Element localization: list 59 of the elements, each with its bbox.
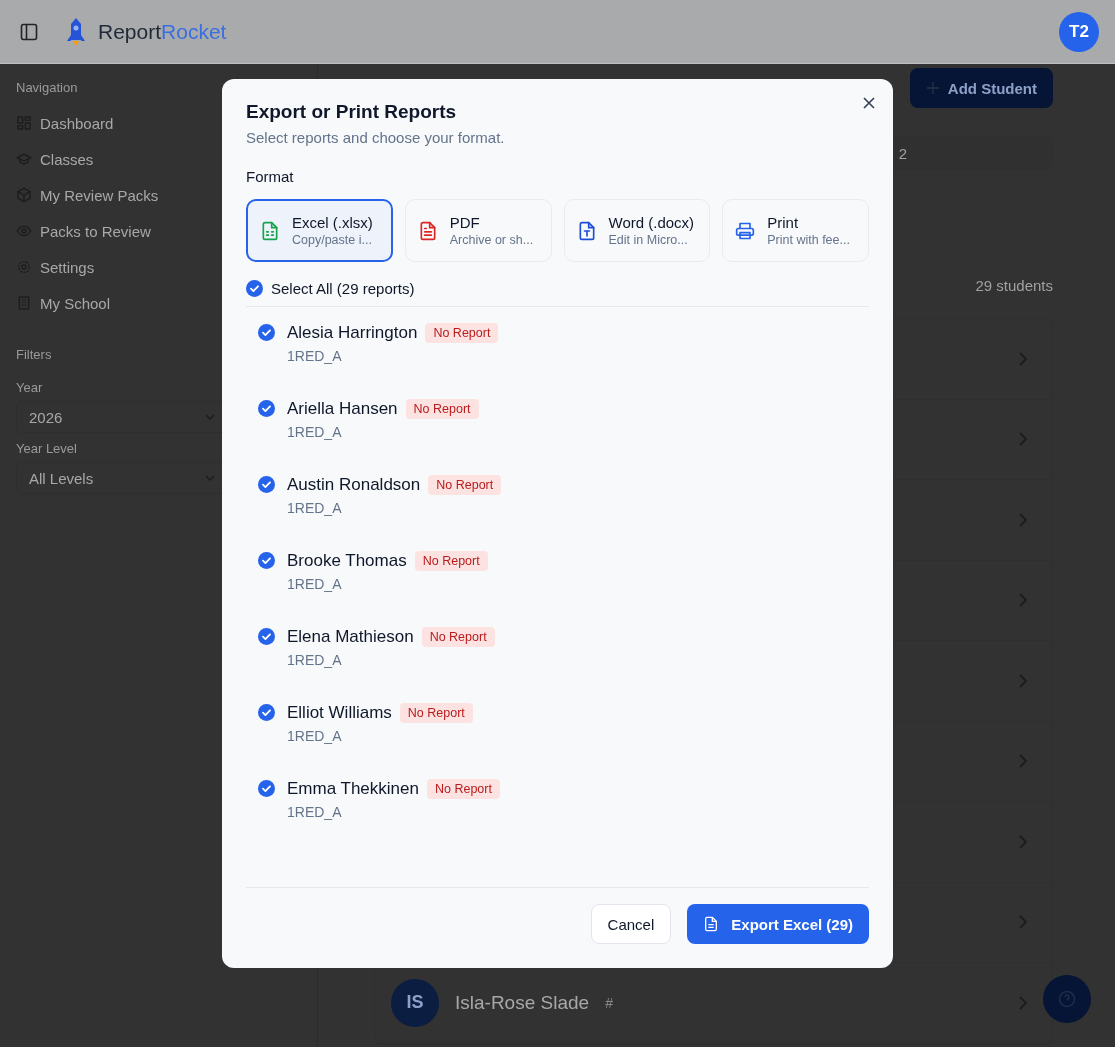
class-label: 1RED_A xyxy=(287,348,343,364)
checked-checkbox[interactable] xyxy=(258,476,275,493)
export-button[interactable]: Export Excel (29) xyxy=(687,904,869,944)
initials-avatar: IS xyxy=(391,978,439,1027)
sidebar-toggle-icon[interactable] xyxy=(20,22,38,41)
section-title: Navigation xyxy=(16,80,79,95)
hash-mark: # xyxy=(605,994,613,1011)
class-label: 1RED_A xyxy=(287,728,343,744)
student-name: Elliot Williams xyxy=(287,703,392,723)
student-name: Alesia Harrington xyxy=(287,323,418,343)
format-option[interactable]: Word (.docx) Edit in Micro... xyxy=(563,199,711,262)
class-label: 1RED_A xyxy=(287,804,343,820)
dialog-title: Export or Print Reports xyxy=(246,101,458,123)
format-option[interactable]: Print Print with fee... xyxy=(722,199,869,262)
student-count: 29 students xyxy=(975,277,1053,294)
printer-icon xyxy=(735,220,756,241)
select-all-label: Select All (29 reports) xyxy=(271,279,415,297)
user-avatar[interactable]: T2 xyxy=(1059,11,1099,52)
format-option[interactable]: PDF Archive or sh... xyxy=(404,199,552,262)
class-label: 1RED_A xyxy=(287,500,343,516)
help-icon xyxy=(1058,990,1076,1008)
dialog-subtitle: Select reports and choose your format. xyxy=(246,129,506,146)
document-icon xyxy=(703,916,720,932)
class-label: 1RED_A xyxy=(287,576,343,592)
class-label: 1RED_A xyxy=(287,424,343,440)
checked-checkbox[interactable] xyxy=(258,400,275,417)
tab-label[interactable]: 2 xyxy=(898,144,907,162)
student-name: Isla-Rose Slade xyxy=(455,991,590,1014)
status-badge: No Report xyxy=(399,703,473,723)
rocket-logo-icon xyxy=(66,16,86,47)
spreadsheet-file-icon xyxy=(260,220,280,241)
student-name: Emma Thekkinen xyxy=(287,779,419,799)
checked-checkbox[interactable] xyxy=(258,552,275,569)
student-name: Brooke Thomas xyxy=(287,551,407,571)
checked-checkbox[interactable] xyxy=(258,324,275,341)
status-badge: No Report xyxy=(414,551,488,571)
add-student-button[interactable]: Add Student xyxy=(909,68,1053,108)
format-option[interactable]: Excel (.xlsx) Copy/paste i... xyxy=(246,199,393,262)
close-icon xyxy=(861,95,877,111)
filter-label: Year xyxy=(16,380,44,395)
close-button[interactable] xyxy=(861,95,877,111)
status-badge: No Report xyxy=(421,627,495,647)
plus-icon xyxy=(925,81,940,95)
checked-checkbox[interactable] xyxy=(258,704,275,721)
status-badge: No Report xyxy=(428,475,502,495)
class-label: 1RED_A xyxy=(287,652,343,668)
status-badge: No Report xyxy=(405,399,479,419)
format-label: Format xyxy=(246,168,295,185)
student-name: Elena Mathieson xyxy=(287,627,414,647)
checked-checkbox[interactable] xyxy=(246,280,263,297)
logo-text: ReportRocket xyxy=(98,19,227,44)
checked-checkbox[interactable] xyxy=(258,780,275,797)
cancel-button[interactable]: Cancel xyxy=(590,904,672,944)
filter-label: Year Level xyxy=(16,441,78,456)
status-badge: No Report xyxy=(426,779,500,799)
status-badge: No Report xyxy=(425,323,499,343)
student-name: Ariella Hansen xyxy=(287,399,398,419)
student-name: Austin Ronaldson xyxy=(287,475,421,495)
checked-checkbox[interactable] xyxy=(258,628,275,645)
